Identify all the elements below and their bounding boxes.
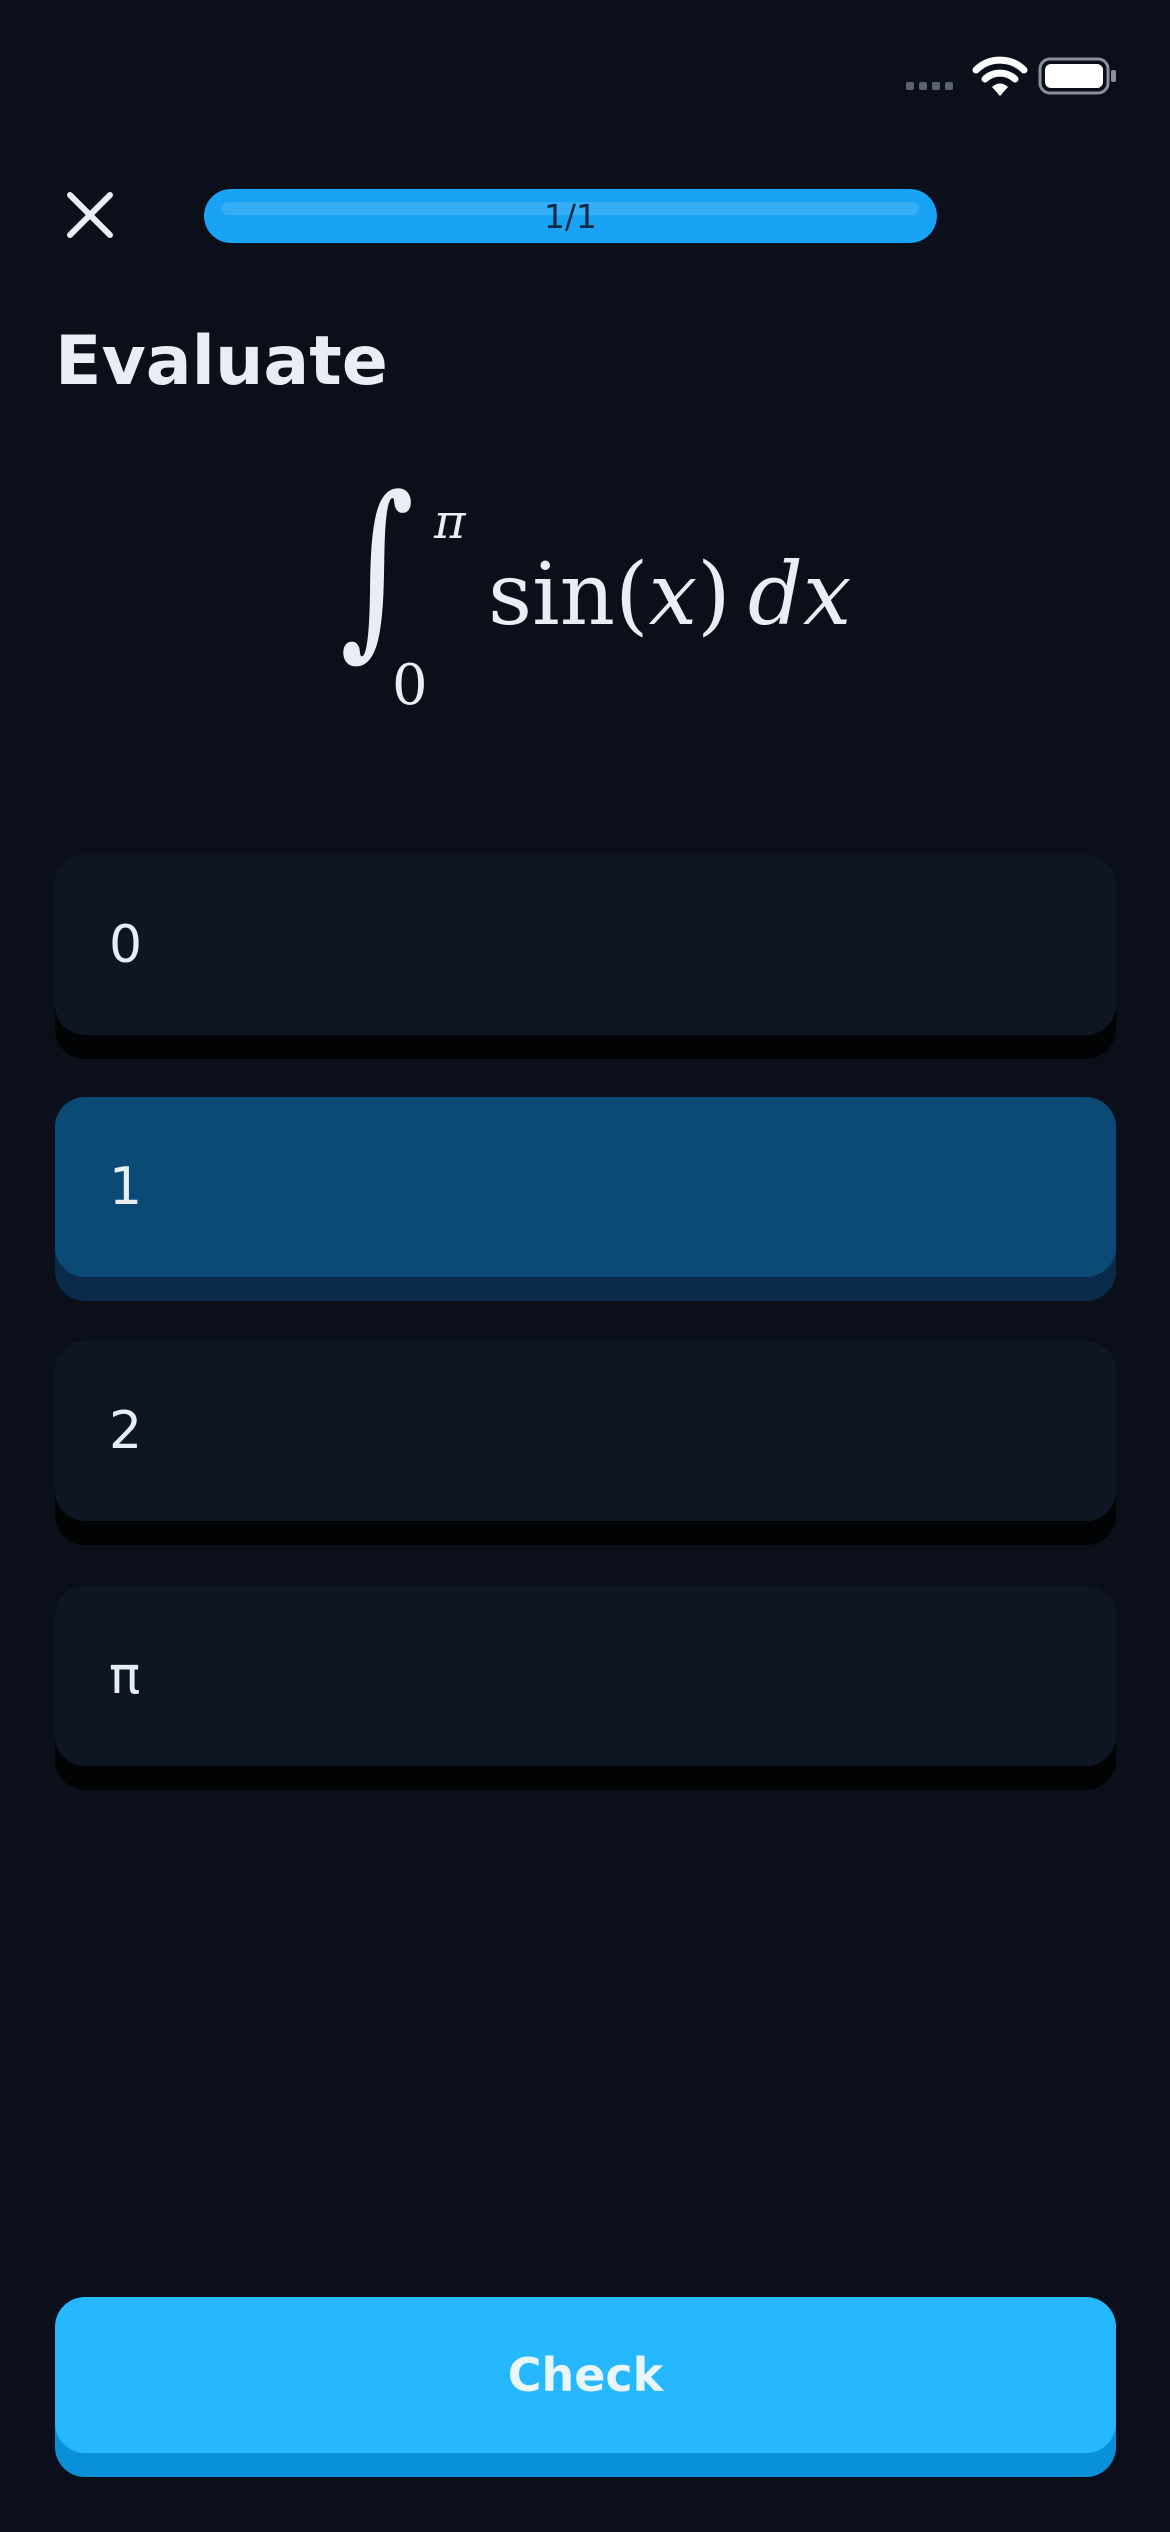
answer-option-label: 1	[109, 1157, 143, 1217]
open-paren: (	[615, 545, 649, 645]
answer-option-label: π	[109, 1646, 141, 1706]
integrand: sin(x) dx	[488, 552, 851, 638]
wifi-icon	[972, 56, 1028, 96]
function-name: sin	[488, 545, 616, 645]
variable: x	[648, 545, 698, 645]
progress-bar: 1/1	[204, 189, 937, 243]
answer-option[interactable]: 1	[55, 1097, 1116, 1277]
differential: dx	[747, 545, 852, 645]
check-button[interactable]: Check	[55, 2297, 1116, 2453]
integral-formula: ∫ π 0 sin(x) dx	[340, 472, 851, 730]
answer-option-label: 0	[109, 915, 143, 975]
integral-symbol: ∫	[340, 456, 415, 677]
answer-option[interactable]: π	[55, 1586, 1116, 1766]
check-button-label: Check	[507, 2348, 664, 2402]
close-paren: )	[697, 545, 731, 645]
answer-option[interactable]: 0	[55, 855, 1116, 1035]
answer-option[interactable]: 2	[55, 1341, 1116, 1521]
close-button[interactable]	[55, 180, 125, 250]
battery-icon	[1038, 57, 1116, 95]
progress-label: 1/1	[543, 196, 598, 236]
answer-option-label: 2	[109, 1401, 143, 1461]
integral-upper-limit: π	[434, 494, 466, 550]
cellular-signal-icon	[906, 82, 953, 90]
page-title: Evaluate	[55, 322, 388, 401]
status-bar	[0, 40, 1170, 110]
integral-lower-limit: 0	[392, 653, 428, 718]
close-icon	[67, 192, 113, 238]
